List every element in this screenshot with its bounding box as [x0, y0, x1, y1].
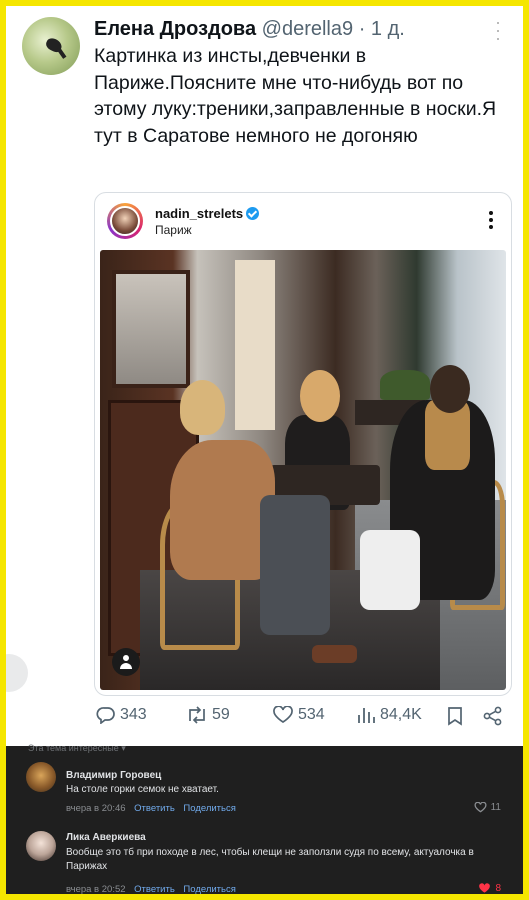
cafe-menu-board	[235, 260, 275, 430]
woman-center-head	[300, 370, 340, 422]
comment-meta: вчера в 20:46 Ответить Поделиться	[66, 803, 236, 814]
like-button[interactable]: 534	[272, 706, 325, 724]
reply-button[interactable]: 343	[96, 706, 147, 724]
share-button[interactable]	[482, 706, 508, 726]
instagram-username[interactable]: nadin_strelets	[155, 206, 243, 221]
author-name[interactable]: Елена Дроздова	[94, 18, 256, 40]
repost-button[interactable]: 59	[186, 706, 230, 724]
post-photo[interactable]	[100, 250, 506, 690]
reply-link[interactable]: Ответить	[134, 884, 175, 894]
views-button[interactable]: 84,4K	[356, 706, 422, 724]
share-link[interactable]: Поделиться	[183, 884, 235, 894]
verified-badge-icon	[246, 207, 260, 220]
comment-meta: вчера в 20:52 Ответить Поделиться	[66, 884, 236, 894]
comments-sort[interactable]: Эта тема интересные ▾	[28, 743, 126, 754]
comment-time[interactable]: вчера в 20:46	[66, 803, 126, 814]
author-avatar[interactable]	[22, 17, 80, 75]
comment-like-button[interactable]: 11	[474, 802, 501, 813]
bookmark-icon	[448, 707, 462, 726]
tweet-actions: 343 59 534 84,4K	[94, 704, 514, 732]
woman-left-head	[180, 380, 225, 435]
comment-avatar[interactable]	[26, 831, 56, 861]
plant	[380, 370, 430, 400]
comments-section: Эта тема интересные ▾ Владимир Горовец Н…	[6, 743, 523, 894]
instagram-avatar[interactable]	[107, 203, 143, 239]
reply-count: 343	[120, 706, 147, 723]
comment-like-count: 11	[490, 802, 501, 813]
comment-like-button[interactable]: 8	[478, 883, 501, 894]
views-count: 84,4K	[380, 706, 422, 723]
share-link[interactable]: Поделиться	[183, 803, 235, 814]
bird-image	[44, 36, 64, 54]
separator: ·	[358, 18, 366, 40]
bookmark-button[interactable]	[446, 706, 468, 726]
tweet-time[interactable]: 1 д.	[371, 18, 405, 40]
comment-like-count: 8	[495, 883, 501, 894]
comment-author[interactable]: Владимир Горовец	[66, 770, 161, 781]
reply-link[interactable]: Ответить	[134, 803, 175, 814]
views-icon	[358, 708, 375, 723]
more-options-icon[interactable]: · · ·	[495, 13, 501, 47]
like-count: 534	[298, 706, 325, 723]
tagged-users-icon[interactable]	[112, 648, 140, 676]
heart-outline-icon	[474, 802, 487, 813]
comment-text: Вообще это тб при походе в лес, чтобы кл…	[66, 847, 474, 872]
comment-avatar[interactable]	[26, 762, 56, 792]
heart-filled-icon	[479, 883, 491, 893]
heart-icon	[273, 706, 293, 723]
comment-author[interactable]: Лика Аверкиева	[66, 832, 146, 843]
instagram-location[interactable]: Париж	[155, 223, 192, 237]
reply-icon	[96, 707, 115, 724]
instagram-embed[interactable]: nadin_strelets Париж	[94, 192, 512, 696]
woman-right-trousers	[360, 530, 420, 610]
comment-time[interactable]: вчера в 20:52	[66, 884, 126, 894]
comment-text: На столе горки семок не хватает.	[66, 784, 219, 795]
screenshot-frame: Елена Дроздова @derella9 · 1 д. · · · Карт…	[6, 6, 523, 894]
woman-right-head	[430, 365, 470, 413]
tweet-text: Картинка из инсты,девченки в Париже.Пояс…	[94, 45, 497, 147]
side-scroll-button[interactable]	[6, 654, 28, 692]
cafe-window	[112, 270, 190, 388]
author-handle[interactable]: @derella9	[262, 18, 353, 40]
share-icon	[483, 706, 502, 726]
woman-left-shoe	[312, 645, 357, 663]
repost-icon	[189, 706, 205, 724]
tweet-header: Елена Дроздова @derella9 · 1 д.	[94, 16, 405, 42]
woman-left-trousers	[260, 495, 330, 635]
repost-count: 59	[212, 706, 230, 723]
instagram-more-icon[interactable]	[489, 211, 493, 232]
instagram-username-row[interactable]: nadin_strelets	[155, 206, 260, 221]
tweet: Елена Дроздова @derella9 · 1 д. · · · Карт…	[6, 6, 523, 746]
